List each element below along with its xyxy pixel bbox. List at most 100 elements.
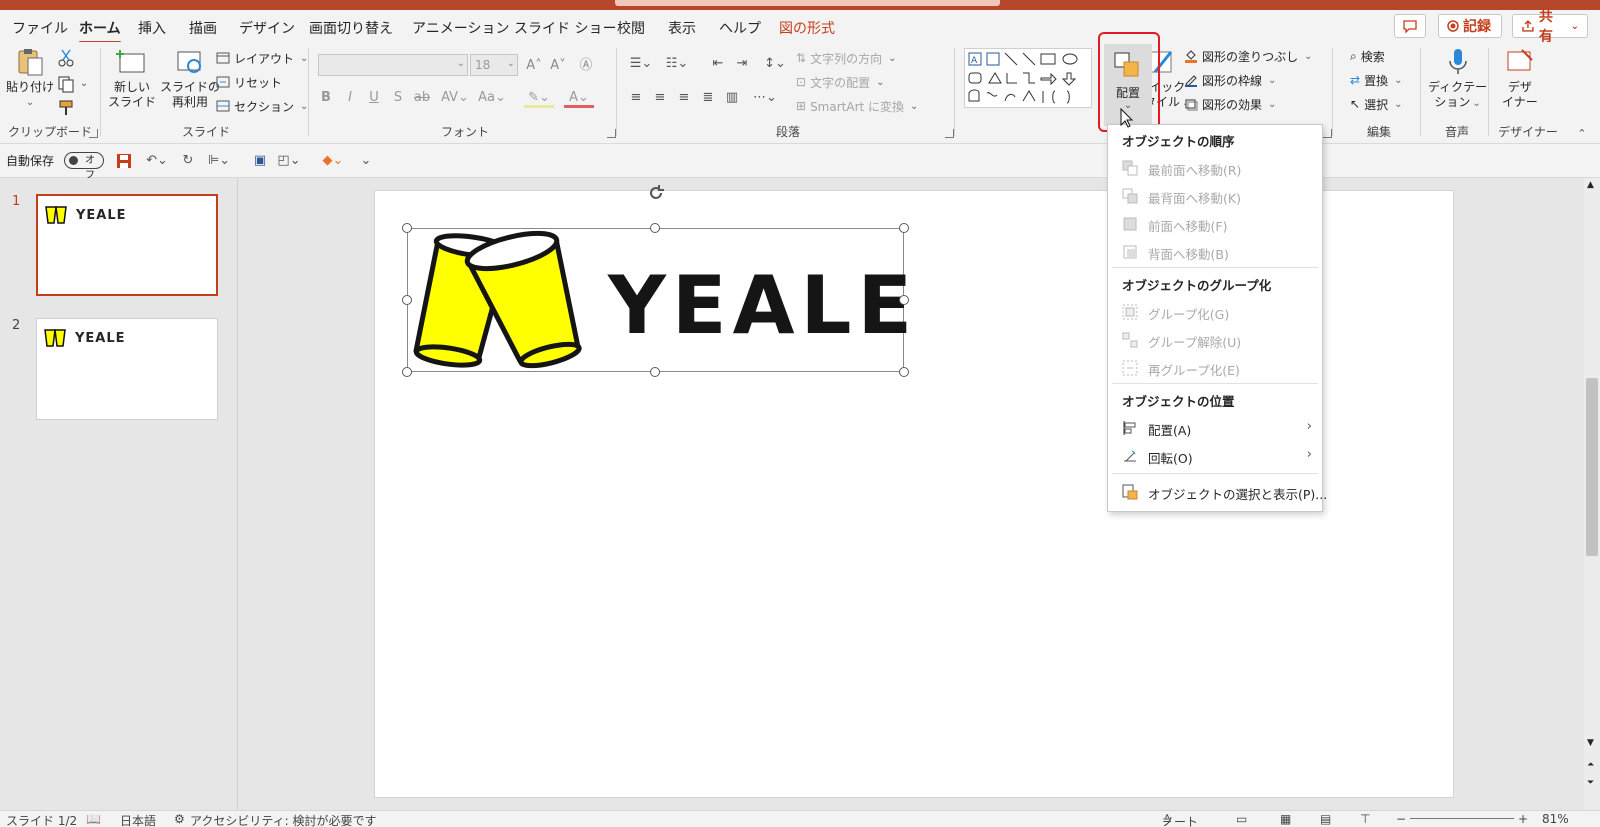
underline-icon[interactable]: U	[364, 88, 384, 108]
font-launcher-icon[interactable]	[607, 129, 616, 138]
tab-view[interactable]: 表示	[668, 18, 696, 38]
previous-slide-icon[interactable]: ⏶	[1587, 760, 1594, 770]
reuse-slides-button[interactable]: スライドの 再利用	[160, 46, 220, 110]
clear-format-icon[interactable]: Ⓐ	[576, 56, 596, 76]
text-columns-icon[interactable]: ⋯⌄	[750, 88, 780, 108]
increase-indent-icon[interactable]: ⇥	[732, 54, 752, 74]
scrollbar-thumb[interactable]	[1586, 378, 1598, 556]
zoom-in-icon[interactable]: +	[1518, 812, 1528, 826]
italic-icon[interactable]: I	[340, 88, 360, 108]
rotate-item[interactable]: 回転(O) ›	[1108, 443, 1322, 469]
paste-button[interactable]: 貼り付け ⌄	[6, 46, 54, 110]
paragraph-launcher-icon[interactable]	[945, 129, 954, 138]
autosave-toggle[interactable]: オフ	[64, 152, 104, 181]
change-case-icon[interactable]: Aa⌄	[476, 88, 508, 108]
text-box-icon[interactable]: ▣	[250, 151, 270, 171]
bullets-icon[interactable]: ☰⌄	[626, 54, 656, 74]
slide-sorter-icon[interactable]: ▦	[1280, 812, 1291, 826]
resize-handle[interactable]	[650, 367, 660, 377]
resize-handle[interactable]	[402, 367, 412, 377]
collapse-ribbon-icon[interactable]: ⌃	[1572, 124, 1592, 144]
smartart-button[interactable]: ⊞ SmartArt に変換	[796, 96, 918, 116]
tab-shape-format[interactable]: 図の形式	[779, 18, 835, 38]
bold-icon[interactable]: B	[316, 88, 336, 108]
font-color-icon[interactable]: A⌄	[564, 88, 594, 108]
align-item[interactable]: 配置(A) ›	[1108, 415, 1322, 441]
shape-effects-button[interactable]: 図形の効果	[1184, 94, 1276, 114]
send-backward-item[interactable]: 背面へ移動(B)	[1108, 239, 1322, 265]
logo-image[interactable]: YEALE	[407, 228, 912, 372]
customize-qat-icon[interactable]: ⌄	[356, 151, 376, 171]
zoom-slider[interactable]	[1410, 818, 1514, 819]
reading-view-icon[interactable]: ▤	[1320, 812, 1331, 826]
shape-outline-button[interactable]: 図形の枠線	[1184, 70, 1276, 90]
tab-draw[interactable]: 描画	[189, 18, 217, 38]
accessibility-label[interactable]: アクセシビリティ: 検討が必要です	[190, 812, 377, 827]
designer-button[interactable]: デザ イナー	[1502, 46, 1538, 110]
tab-transitions[interactable]: 画面切り替え	[309, 18, 393, 38]
slide-thumbnail-2[interactable]: YEALE	[36, 318, 218, 420]
section-button[interactable]: セクション	[216, 96, 308, 116]
group-item[interactable]: グループ化(G)	[1108, 299, 1322, 325]
align-objects-icon[interactable]: ⊫⌄	[204, 151, 234, 171]
font-name-combo[interactable]: ⌄	[318, 54, 468, 76]
tab-design[interactable]: デザイン	[239, 18, 295, 38]
tab-file[interactable]: ファイル	[12, 18, 68, 38]
scroll-down-icon[interactable]: ▼	[1587, 738, 1594, 748]
resize-handle[interactable]	[650, 223, 660, 233]
numbering-icon[interactable]: ☷⌄	[662, 54, 692, 74]
grow-font-icon[interactable]: A˄	[524, 56, 544, 76]
char-spacing-icon[interactable]: AV⌄	[440, 88, 470, 108]
drawing-launcher-icon[interactable]	[1323, 129, 1332, 138]
align-center-icon[interactable]: ≡	[650, 88, 670, 108]
resize-handle[interactable]	[899, 223, 909, 233]
copy-dropdown-icon[interactable]: ⌄	[74, 74, 94, 94]
regroup-item[interactable]: 再グループ化(E)	[1108, 355, 1322, 381]
reset-button[interactable]: リセット	[216, 72, 282, 92]
next-slide-icon[interactable]: ⏷	[1587, 778, 1594, 788]
tab-review[interactable]: 校閲	[617, 18, 645, 38]
book-icon[interactable]: 📖	[86, 812, 101, 826]
zoom-level[interactable]: 81%	[1542, 812, 1569, 826]
language-label[interactable]: 日本語	[120, 812, 156, 827]
dictate-button[interactable]: ディクテー ション	[1428, 46, 1487, 111]
record-button[interactable]: 記録	[1438, 14, 1502, 38]
cut-icon[interactable]	[56, 48, 76, 68]
replace-button[interactable]: ⇄ 置換	[1350, 70, 1402, 90]
rotate-handle-icon[interactable]	[647, 184, 665, 202]
shapes-quick-icon[interactable]: ◰⌄	[274, 151, 304, 171]
ungroup-item[interactable]: グループ解除(U)	[1108, 327, 1322, 353]
undo-icon[interactable]: ↶⌄	[142, 151, 172, 171]
shrink-font-icon[interactable]: A˅	[548, 56, 568, 76]
tab-help[interactable]: ヘルプ	[719, 18, 761, 38]
resize-handle[interactable]	[402, 295, 412, 305]
strikethrough-icon[interactable]: ab	[412, 88, 432, 108]
resize-handle[interactable]	[899, 295, 909, 305]
align-left-icon[interactable]: ≡	[626, 88, 646, 108]
highlight-icon[interactable]: ✎⌄	[524, 88, 554, 108]
slideshow-icon[interactable]: ⊤	[1360, 812, 1370, 826]
clipboard-launcher-icon[interactable]	[89, 129, 98, 138]
search-box[interactable]	[615, 0, 1000, 6]
copy-icon[interactable]	[56, 74, 76, 94]
slide-thumbnail-1[interactable]: YEALE	[36, 194, 218, 296]
align-right-icon[interactable]: ≡	[674, 88, 694, 108]
tab-slideshow[interactable]: スライド ショー	[514, 18, 616, 38]
tab-home[interactable]: ホーム	[79, 18, 121, 44]
format-painter-icon[interactable]	[56, 98, 76, 118]
bring-forward-item[interactable]: 前面へ移動(F)	[1108, 211, 1322, 237]
fill-quick-icon[interactable]: ◆⌄	[318, 151, 348, 171]
shape-fill-button[interactable]: 図形の塗りつぶし	[1184, 46, 1313, 66]
selection-pane-item[interactable]: オブジェクトの選択と表示(P)...	[1108, 479, 1327, 505]
redo-icon[interactable]: ↻	[178, 151, 198, 171]
shapes-gallery[interactable]: A	[964, 48, 1092, 108]
scroll-up-icon[interactable]: ▲	[1587, 180, 1594, 190]
text-direction-button[interactable]: ⇅ 文字列の方向	[796, 48, 896, 68]
resize-handle[interactable]	[402, 223, 412, 233]
comments-button[interactable]	[1394, 14, 1426, 38]
bring-to-front-item[interactable]: 最前面へ移動(R)	[1108, 155, 1322, 181]
font-size-combo[interactable]: 18 ⌄	[470, 54, 518, 76]
line-spacing-icon[interactable]: ↕⌄	[760, 54, 790, 74]
find-button[interactable]: ⌕ 検索	[1350, 46, 1385, 66]
tab-animations[interactable]: アニメーション	[412, 18, 509, 38]
